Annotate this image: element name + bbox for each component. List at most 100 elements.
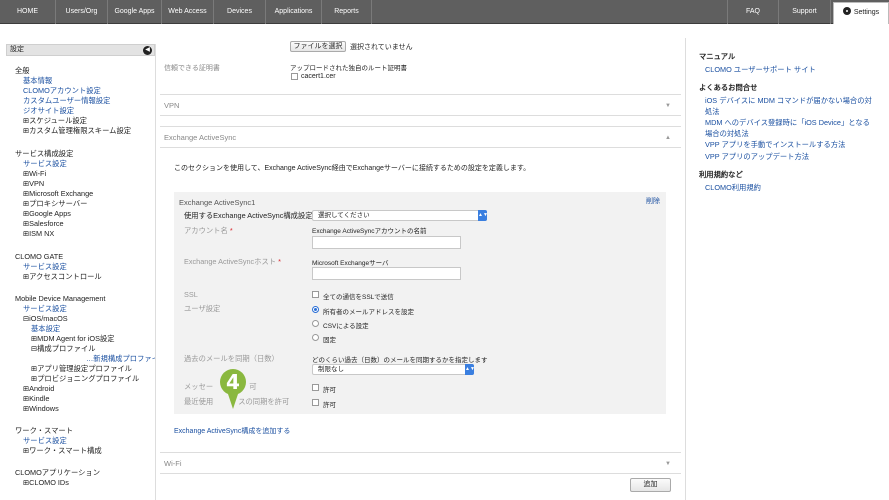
sidebar-item[interactable]: ⊞プロキシサーバー: [23, 199, 87, 209]
move-messages-checkbox[interactable]: [312, 384, 319, 391]
gear-icon: [842, 7, 851, 15]
sidebar-item[interactable]: サービス設定: [23, 159, 67, 169]
radio-csv-label: CSVによる設定: [323, 323, 369, 330]
file-status: 選択されていません: [350, 44, 413, 51]
sidebar-header: 設定 ◀: [6, 44, 155, 56]
faq-link-3[interactable]: VPP アプリを手動でインストールする方法: [705, 140, 845, 150]
sidebar-item[interactable]: ⊞カスタム管理権限スキーム設定: [23, 126, 131, 136]
sidebar-item[interactable]: ⊞スケジュール設定: [23, 116, 87, 126]
past-mail-select[interactable]: 制限なし ▲▼: [312, 364, 475, 375]
faq-link-1-cont[interactable]: 処法: [705, 107, 720, 117]
section-vpn[interactable]: VPN ▼: [160, 94, 681, 116]
sidebar-item[interactable]: ⊟iOS/macOS: [23, 314, 68, 323]
host-label: Exchange ActiveSyncホスト *: [184, 257, 281, 267]
sidebar-item[interactable]: サービス構成設定: [15, 149, 73, 159]
tab-google-apps[interactable]: Google Apps: [108, 0, 162, 24]
sidebar-item[interactable]: ⊞MDM Agent for iOS設定: [31, 334, 115, 344]
sidebar-item[interactable]: ⊞Wi-Fi: [23, 169, 46, 178]
use-config-select[interactable]: 選択してください ▲▼: [312, 210, 488, 221]
host-label-text: Exchange ActiveSyncホスト: [184, 257, 277, 266]
section-vpn-title: VPN: [164, 101, 180, 110]
tab-users-org[interactable]: Users/Org: [56, 0, 108, 24]
file-select-button[interactable]: ファイルを選択: [290, 41, 346, 52]
radio-owner-email[interactable]: [312, 306, 319, 313]
sidebar-item[interactable]: ⊞VPN: [23, 179, 44, 188]
account-name-input[interactable]: [312, 236, 461, 249]
faq-link-2-cont[interactable]: 場合の対処法: [705, 129, 749, 139]
host-hint: Microsoft Exchangeサーバ: [312, 260, 389, 267]
ssl-label: SSL: [184, 290, 198, 299]
cert-checkbox[interactable]: [291, 73, 298, 80]
tab-faq[interactable]: FAQ: [727, 0, 779, 24]
select-arrow-icon: ▲▼: [478, 210, 488, 221]
sidebar-item[interactable]: CLOMO GATE: [15, 252, 63, 261]
sidebar-item[interactable]: サービス設定: [23, 436, 67, 446]
sidebar-item[interactable]: ⊞Microsoft Exchange: [23, 189, 93, 198]
sidebar-item[interactable]: 基本情報: [23, 76, 52, 86]
sidebar-item[interactable]: カスタムユーザー情報設定: [23, 96, 110, 106]
sidebar-item[interactable]: ⊞Android: [23, 384, 54, 393]
tab-applications[interactable]: Applications: [266, 0, 322, 24]
account-name-hint: Exchange ActiveSyncアカウントの名前: [312, 228, 427, 235]
sidebar-item[interactable]: Mobile Device Management: [15, 294, 105, 303]
trusted-cert-label: 信頼できる証明書: [164, 65, 220, 72]
sidebar-item[interactable]: ⊞Kindle: [23, 394, 49, 403]
delete-link[interactable]: 削除: [646, 196, 660, 206]
recent-sync-checkbox[interactable]: [312, 399, 319, 406]
move-messages-label-text: メッセー: [184, 382, 214, 391]
recent-sync-label-tail: スの同期を許可: [238, 397, 290, 406]
sidebar-item[interactable]: 基本設定: [31, 324, 60, 334]
tab-devices[interactable]: Devices: [214, 0, 266, 24]
account-name-label: アカウント名 *: [184, 226, 233, 236]
faq-link-1[interactable]: iOS デバイスに MDM コマンドが届かない場合の対: [705, 96, 872, 106]
host-input[interactable]: [312, 267, 461, 280]
add-eas-link[interactable]: Exchange ActiveSync構成を追加する: [174, 426, 290, 436]
tab-web-access[interactable]: Web Access: [162, 0, 214, 24]
sidebar-item[interactable]: ジオサイト設定: [23, 106, 74, 116]
recent-sync-label-text: 最近使用: [184, 397, 214, 406]
radio-fixed[interactable]: [312, 334, 319, 341]
top-navigation: HOME Users/Org Google Apps Web Access De…: [0, 0, 889, 24]
use-config-label: 使用するExchange ActiveSync構成設定: [184, 211, 313, 220]
tab-reports[interactable]: Reports: [322, 0, 372, 24]
sidebar-item[interactable]: サービス設定: [23, 304, 67, 314]
sidebar-item[interactable]: サービス設定: [23, 262, 67, 272]
sidebar-item[interactable]: ⊞アクセスコントロール: [23, 272, 102, 282]
tab-home[interactable]: HOME: [0, 0, 56, 24]
faq-link-2[interactable]: MDM へのデバイス登録時に「iOS Device」となる: [705, 118, 870, 128]
sidebar-item[interactable]: ⊞CLOMO IDs: [23, 478, 69, 487]
sidebar-item[interactable]: 全般: [15, 66, 30, 76]
manual-link[interactable]: CLOMO ユーザーサポート サイト: [705, 65, 816, 75]
sidebar-item[interactable]: ⊞Google Apps: [23, 209, 71, 218]
tab-support[interactable]: Support: [779, 0, 831, 24]
terms-heading: 利用規約など: [699, 170, 743, 179]
sidebar-item[interactable]: ⊞プロビジョニングプロファイル: [31, 374, 139, 384]
faq-heading: よくあるお問合せ: [699, 83, 758, 92]
add-button[interactable]: 追加: [630, 478, 671, 492]
sidebar-item[interactable]: ⊞ISM NX: [23, 229, 54, 238]
terms-link[interactable]: CLOMO利用規約: [705, 183, 761, 193]
sidebar-item[interactable]: CLOMOアプリケーション: [15, 468, 100, 478]
sidebar-item[interactable]: ⊞Salesforce: [23, 219, 64, 228]
manual-heading: マニュアル: [699, 52, 736, 61]
ssl-option-label: 全ての通信をSSLで送信: [323, 294, 394, 301]
tab-settings[interactable]: Settings: [833, 2, 889, 24]
sidebar-item[interactable]: ⊟構成プロファイル: [31, 344, 96, 354]
sidebar-title: 設定: [10, 46, 24, 53]
sidebar-item[interactable]: …新規構成プロファイルを作成: [86, 354, 155, 364]
sidebar-item[interactable]: ⊞アプリ管理設定プロファイル: [31, 364, 132, 374]
section-exchange-activesync[interactable]: Exchange ActiveSync ▲: [160, 126, 681, 148]
chevron-left-icon[interactable]: ◀: [143, 46, 152, 55]
section-wifi[interactable]: Wi-Fi ▼: [160, 452, 681, 474]
sidebar-item[interactable]: CLOMOアカウント設定: [23, 86, 101, 96]
ssl-checkbox[interactable]: [312, 291, 319, 298]
radio-csv[interactable]: [312, 320, 319, 327]
sidebar-item[interactable]: ⊞Windows: [23, 404, 59, 413]
account-name-label-text: アカウント名: [184, 226, 228, 235]
sidebar-item[interactable]: ⊞ワーク・スマート構成: [23, 446, 102, 456]
eas-item-title: Exchange ActiveSync1: [179, 198, 256, 207]
faq-link-4[interactable]: VPP アプリのアップデート方法: [705, 152, 809, 162]
user-setting-label: ユーザ設定: [184, 304, 221, 313]
recent-sync-option-label: 許可: [323, 402, 336, 409]
sidebar-item[interactable]: ワーク・スマート: [15, 426, 73, 436]
